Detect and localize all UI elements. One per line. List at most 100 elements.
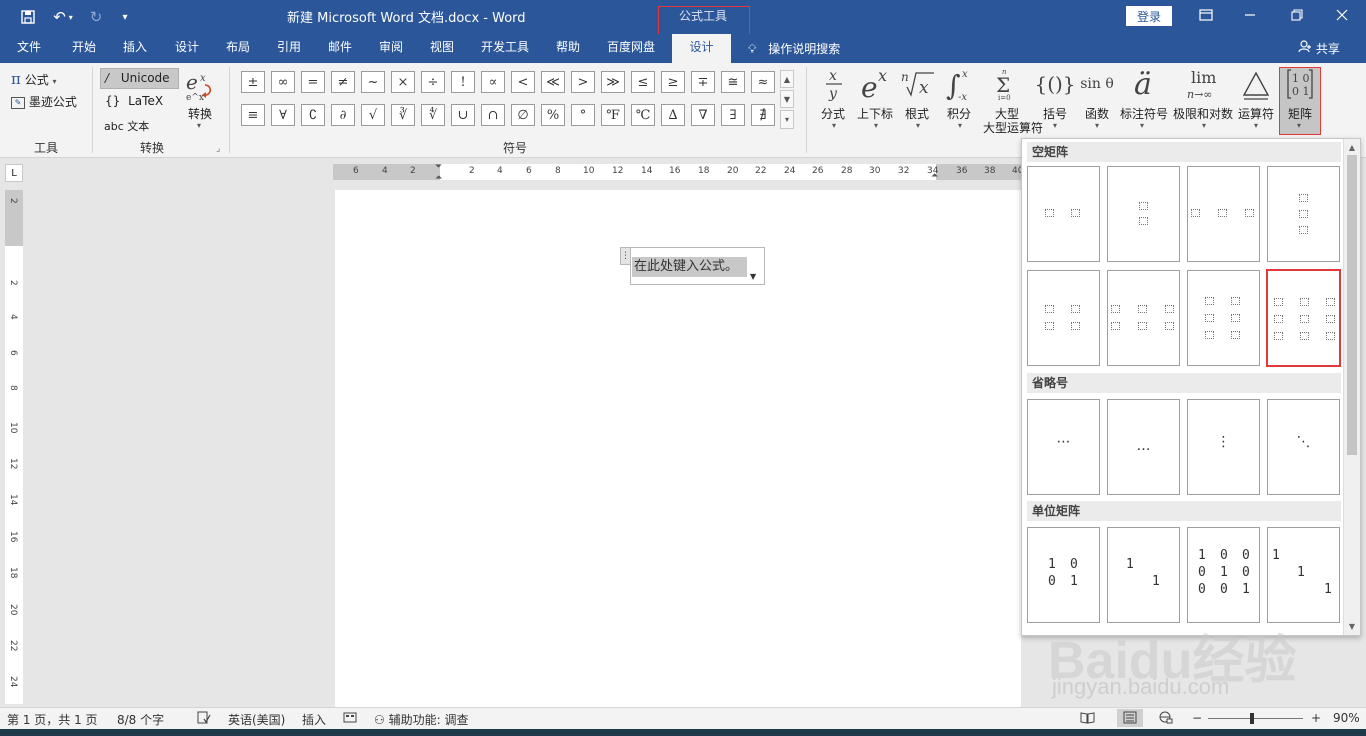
dots-baseline-horizontal[interactable]: … (1107, 399, 1180, 495)
symbol-button[interactable]: ℃ (631, 104, 655, 126)
tell-me-search[interactable]: 💡︎ 操作说明搜索 (748, 40, 840, 57)
dots-centered-horizontal[interactable]: ⋯ (1027, 399, 1100, 495)
symbols-scroll-down[interactable]: ▼ (780, 90, 794, 108)
ribbon-display-options-icon[interactable] (1193, 4, 1219, 26)
symbol-button[interactable]: ∪ (451, 104, 475, 126)
symbol-button[interactable]: ! (451, 71, 475, 93)
gallery-scroll-up-icon[interactable]: ▲ (1346, 141, 1358, 153)
horizontal-ruler[interactable]: 6 4 2 2 4 6 8 10 12 14 16 18 20 22 24 26 28 30 32 34 36 38 40 … (333, 162, 1023, 183)
read-mode-icon[interactable] (1080, 711, 1095, 727)
integral-icon[interactable]: ∫ x -x (944, 67, 974, 101)
insert-mode-indicator[interactable]: 插入 (302, 711, 326, 728)
language-indicator[interactable]: 英语(美国) (228, 711, 285, 728)
word-count[interactable]: 8/8 个字 (117, 711, 164, 728)
symbol-button[interactable]: ∇ (691, 104, 715, 126)
restore-icon[interactable] (1284, 4, 1310, 26)
identity-matrix-2x2-empty-zeros[interactable]: 1 1 (1107, 527, 1180, 623)
gallery-scroll-down-icon[interactable]: ▼ (1346, 620, 1358, 632)
symbol-button[interactable]: ± (241, 71, 265, 93)
identity-matrix-2x2[interactable]: 1 0 0 1 (1027, 527, 1100, 623)
script-icon[interactable]: ex (860, 67, 892, 101)
symbol-button[interactable]: ∀ (271, 104, 295, 126)
symbol-button[interactable]: ≫ (601, 71, 625, 93)
tab-view[interactable]: 视图 (430, 34, 454, 63)
matrix-1x3-empty[interactable] (1187, 166, 1260, 262)
macro-record-icon[interactable] (343, 711, 357, 727)
matrix-1x2-empty[interactable] (1027, 166, 1100, 262)
symbol-button[interactable]: > (571, 71, 595, 93)
zoom-slider[interactable] (1208, 718, 1303, 719)
text-button[interactable]: abc 文本 (104, 118, 149, 134)
save-icon[interactable] (17, 6, 39, 28)
tab-insert[interactable]: 插入 (123, 34, 147, 63)
proofing-icon[interactable] (197, 711, 211, 727)
page-count[interactable]: 第 1 页，共 1 页 (7, 711, 98, 728)
tab-help[interactable]: 帮助 (556, 34, 580, 63)
tab-baidu-netdisk[interactable]: 百度网盘 (607, 34, 655, 63)
large-operator-icon[interactable]: n Σi=0 (992, 67, 1018, 101)
gallery-scrollbar[interactable]: ▲ ▼ (1343, 139, 1360, 635)
matrix-2x2-empty[interactable] (1027, 270, 1100, 366)
symbol-button[interactable]: ≤ (631, 71, 655, 93)
vertical-ruler[interactable]: 2 2 4 6 8 10 12 14 16 18 20 22 24 (5, 190, 23, 704)
left-indent-marker[interactable]: ⏶ (435, 173, 442, 183)
accessibility-checker[interactable]: ⚇ 辅助功能: 调查 (374, 711, 468, 728)
dots-vertical[interactable]: ⋮ (1187, 399, 1260, 495)
radical-icon[interactable]: nx (901, 67, 935, 101)
tab-file[interactable]: 文件 (17, 34, 41, 63)
tab-mailings[interactable]: 邮件 (328, 34, 352, 63)
symbol-button[interactable]: ≡ (241, 104, 265, 126)
minimize-icon[interactable] (1237, 4, 1263, 26)
identity-matrix-3x3-empty-zeros[interactable]: 1 1 1 (1267, 527, 1340, 623)
tab-layout[interactable]: 布局 (226, 34, 250, 63)
symbol-button[interactable]: ≈ (751, 71, 775, 93)
symbol-button[interactable]: % (541, 104, 565, 126)
symbol-button[interactable]: √ (361, 104, 385, 126)
symbol-button[interactable]: ∓ (691, 71, 715, 93)
dialog-launcher-icon[interactable]: ⌟ (216, 144, 220, 154)
symbol-button[interactable]: ∁ (301, 104, 325, 126)
symbol-button[interactable]: ∃ (721, 104, 745, 126)
matrix-3x2-empty[interactable] (1187, 270, 1260, 366)
limit-icon[interactable]: lim n→∞ (1185, 67, 1223, 101)
convert-icon[interactable]: e x e^x (184, 69, 216, 103)
function-icon[interactable]: sin θ (1080, 67, 1114, 101)
symbol-button[interactable]: ≅ (721, 71, 745, 93)
symbol-button[interactable]: ∜ (421, 104, 445, 126)
accent-icon[interactable]: ä (1128, 67, 1158, 102)
matrix-2x1-empty[interactable] (1107, 166, 1180, 262)
symbol-button[interactable]: ∛ (391, 104, 415, 126)
symbol-button[interactable]: ∅ (511, 104, 535, 126)
gallery-scroll-thumb[interactable] (1347, 155, 1357, 455)
symbol-button[interactable]: ≪ (541, 71, 565, 93)
symbol-button[interactable]: ℉ (601, 104, 625, 126)
symbol-button[interactable]: ° (571, 104, 595, 126)
matrix-3x3-empty[interactable] (1266, 269, 1341, 367)
symbol-button[interactable]: × (391, 71, 415, 93)
zoom-in-icon[interactable]: + (1311, 711, 1321, 725)
equation-placeholder[interactable]: 在此处键入公式。 (632, 257, 747, 277)
symbol-button[interactable]: ∄ (751, 104, 775, 126)
symbol-button[interactable]: ≥ (661, 71, 685, 93)
web-layout-icon[interactable] (1158, 711, 1173, 727)
close-icon[interactable] (1329, 4, 1355, 26)
symbol-button[interactable]: ∩ (481, 104, 505, 126)
tab-equation-design[interactable]: 设计 (672, 34, 731, 63)
symbol-button[interactable]: ~ (361, 71, 385, 93)
ink-equation-button[interactable]: ✎ 墨迹公式 (11, 93, 77, 110)
matrix-2x3-empty[interactable] (1107, 270, 1180, 366)
customize-qat-icon[interactable]: ▾ (114, 6, 136, 28)
operator-icon[interactable] (1240, 67, 1272, 101)
redo-icon[interactable]: ↻ (85, 6, 107, 28)
symbol-button[interactable]: = (301, 71, 325, 93)
matrix-3x1-empty[interactable] (1267, 166, 1340, 262)
symbol-button[interactable]: ≠ (331, 71, 355, 93)
bracket-icon[interactable]: {()} (1034, 67, 1075, 101)
zoom-level[interactable]: 90% (1333, 711, 1360, 725)
sign-in-button[interactable]: 登录 (1126, 6, 1172, 26)
first-line-indent-marker[interactable]: ⏷ (435, 162, 442, 172)
equation-options-dropdown[interactable]: ▼ (750, 272, 756, 281)
zoom-out-icon[interactable]: − (1192, 711, 1202, 725)
symbol-button[interactable]: ∞ (271, 71, 295, 93)
tab-review[interactable]: 审阅 (379, 34, 403, 63)
